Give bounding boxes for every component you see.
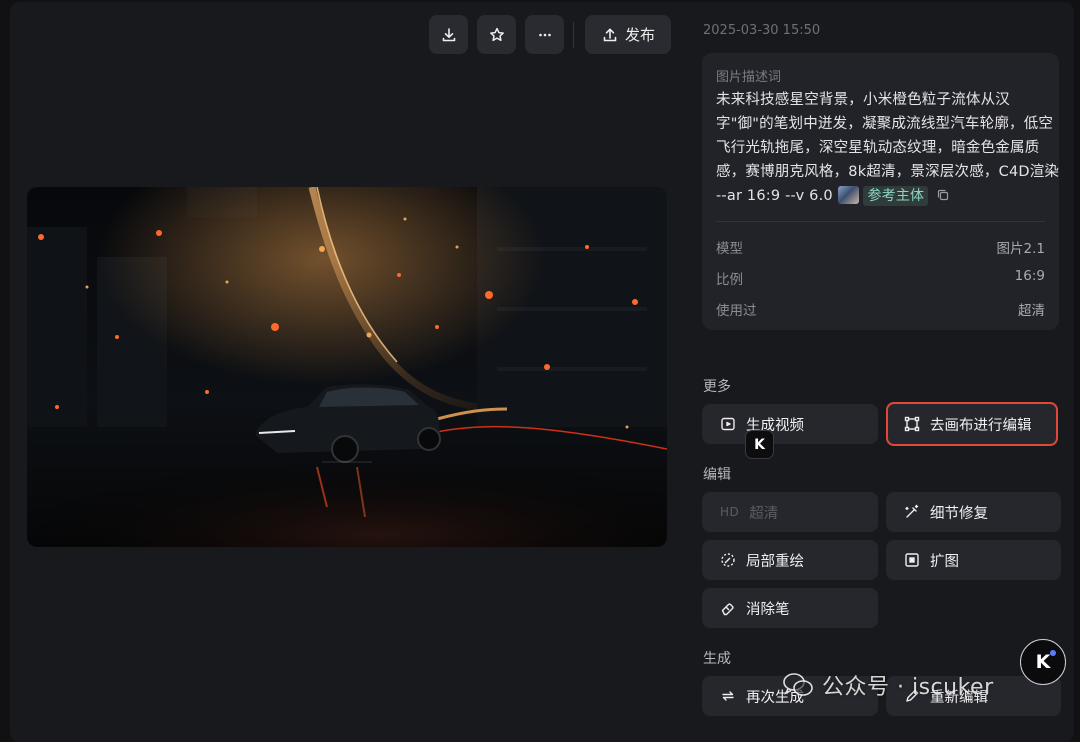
watermark-text: 公众号 · iscuker bbox=[822, 675, 994, 700]
meta-row-used: 使用过 超清 bbox=[716, 299, 1045, 319]
hd-upscale-button[interactable]: HD 超清 bbox=[702, 492, 878, 532]
copy-icon[interactable] bbox=[937, 189, 949, 201]
canvas-edit-label: 去画布进行编辑 bbox=[930, 417, 1032, 434]
video-add-icon bbox=[721, 417, 735, 431]
refresh-icon bbox=[722, 691, 734, 701]
reference-subject-tag[interactable]: 参考主体 bbox=[863, 186, 929, 206]
star-icon bbox=[489, 27, 504, 41]
used-value: 超清 bbox=[1018, 303, 1045, 319]
floating-assistant-button[interactable]: K bbox=[1020, 639, 1066, 685]
generated-image[interactable] bbox=[27, 187, 667, 547]
timestamp: 2025-03-30 15:50 bbox=[703, 23, 821, 38]
prompt-text[interactable]: 未来科技感星空背景，小米橙色粒子流体从汉 字"御"的笔划中迸发，凝聚成流线型汽车… bbox=[716, 88, 1060, 208]
eraser-button[interactable]: 消除笔 bbox=[702, 588, 878, 628]
prompt-label: 图片描述词 bbox=[716, 70, 782, 85]
prompt-params: --ar 16:9 --v 6.0 bbox=[716, 188, 833, 204]
expand-icon bbox=[905, 553, 919, 567]
canvas-edit-button[interactable]: 去画布进行编辑 bbox=[886, 402, 1058, 446]
card-divider bbox=[716, 221, 1045, 222]
download-icon bbox=[442, 27, 455, 41]
prompt-line: 感，赛博朋克风格，8k超清，景深层次感，C4D渲染 bbox=[716, 164, 1060, 180]
publish-label: 发布 bbox=[624, 26, 655, 44]
k-logo-icon: K bbox=[1035, 651, 1051, 673]
upload-icon bbox=[603, 28, 617, 41]
generate-video-button[interactable]: 生成视频 bbox=[702, 404, 878, 444]
prompt-line: 飞行光轨拖尾，深空星轨动态纹理，暗金色金属质 bbox=[716, 140, 1040, 156]
prompt-card: 图片描述词 未来科技感星空背景，小米橙色粒子流体从汉 字"御"的笔划中迸发，凝聚… bbox=[702, 53, 1059, 330]
more-icon bbox=[538, 33, 551, 36]
canvas-icon bbox=[904, 416, 920, 432]
more-options-button[interactable] bbox=[525, 15, 564, 54]
model-label: 模型 bbox=[716, 241, 743, 257]
detail-fix-label: 细节修复 bbox=[930, 505, 988, 522]
prompt-line-params: --ar 16:9 --v 6.0 参考主体 bbox=[716, 184, 1052, 208]
section-generate-title: 生成 bbox=[703, 651, 731, 667]
k-badge-icon: K bbox=[745, 430, 774, 459]
ratio-value: 16:9 bbox=[1014, 268, 1045, 284]
notification-dot bbox=[1050, 650, 1056, 656]
expand-image-label: 扩图 bbox=[930, 553, 959, 570]
prompt-line: 字"御"的笔划中迸发，凝聚成流线型汽车轮廓，低空 bbox=[716, 116, 1054, 132]
meta-row-ratio: 比例 16:9 bbox=[716, 268, 1045, 288]
section-edit-title: 编辑 bbox=[703, 467, 731, 483]
generated-image-art bbox=[27, 187, 667, 547]
eraser-label: 消除笔 bbox=[746, 601, 790, 618]
inpaint-label: 局部重绘 bbox=[746, 553, 804, 570]
watermark: 公众号 · iscuker bbox=[782, 669, 994, 701]
model-value: 图片2.1 bbox=[996, 241, 1045, 257]
magic-wand-icon bbox=[905, 504, 919, 518]
toolbar-divider bbox=[573, 22, 574, 48]
detail-fix-button[interactable]: 细节修复 bbox=[886, 492, 1061, 532]
download-button[interactable] bbox=[429, 15, 468, 54]
reference-thumbnail bbox=[837, 186, 859, 204]
hd-label: 超清 bbox=[749, 505, 779, 522]
favorite-button[interactable] bbox=[477, 15, 516, 54]
brush-dashed-icon bbox=[721, 553, 735, 567]
section-more-title: 更多 bbox=[703, 379, 731, 395]
wechat-icon bbox=[783, 673, 813, 696]
ratio-label: 比例 bbox=[716, 272, 743, 288]
expand-image-button[interactable]: 扩图 bbox=[886, 540, 1061, 580]
publish-button[interactable]: 发布 bbox=[585, 15, 671, 54]
inpaint-button[interactable]: 局部重绘 bbox=[702, 540, 878, 580]
meta-row-model: 模型 图片2.1 bbox=[716, 237, 1045, 257]
prompt-line: 未来科技感星空背景，小米橙色粒子流体从汉 bbox=[716, 92, 1010, 108]
hd-tag: HD bbox=[720, 505, 740, 519]
eraser-icon bbox=[721, 603, 734, 616]
used-label: 使用过 bbox=[716, 303, 757, 319]
